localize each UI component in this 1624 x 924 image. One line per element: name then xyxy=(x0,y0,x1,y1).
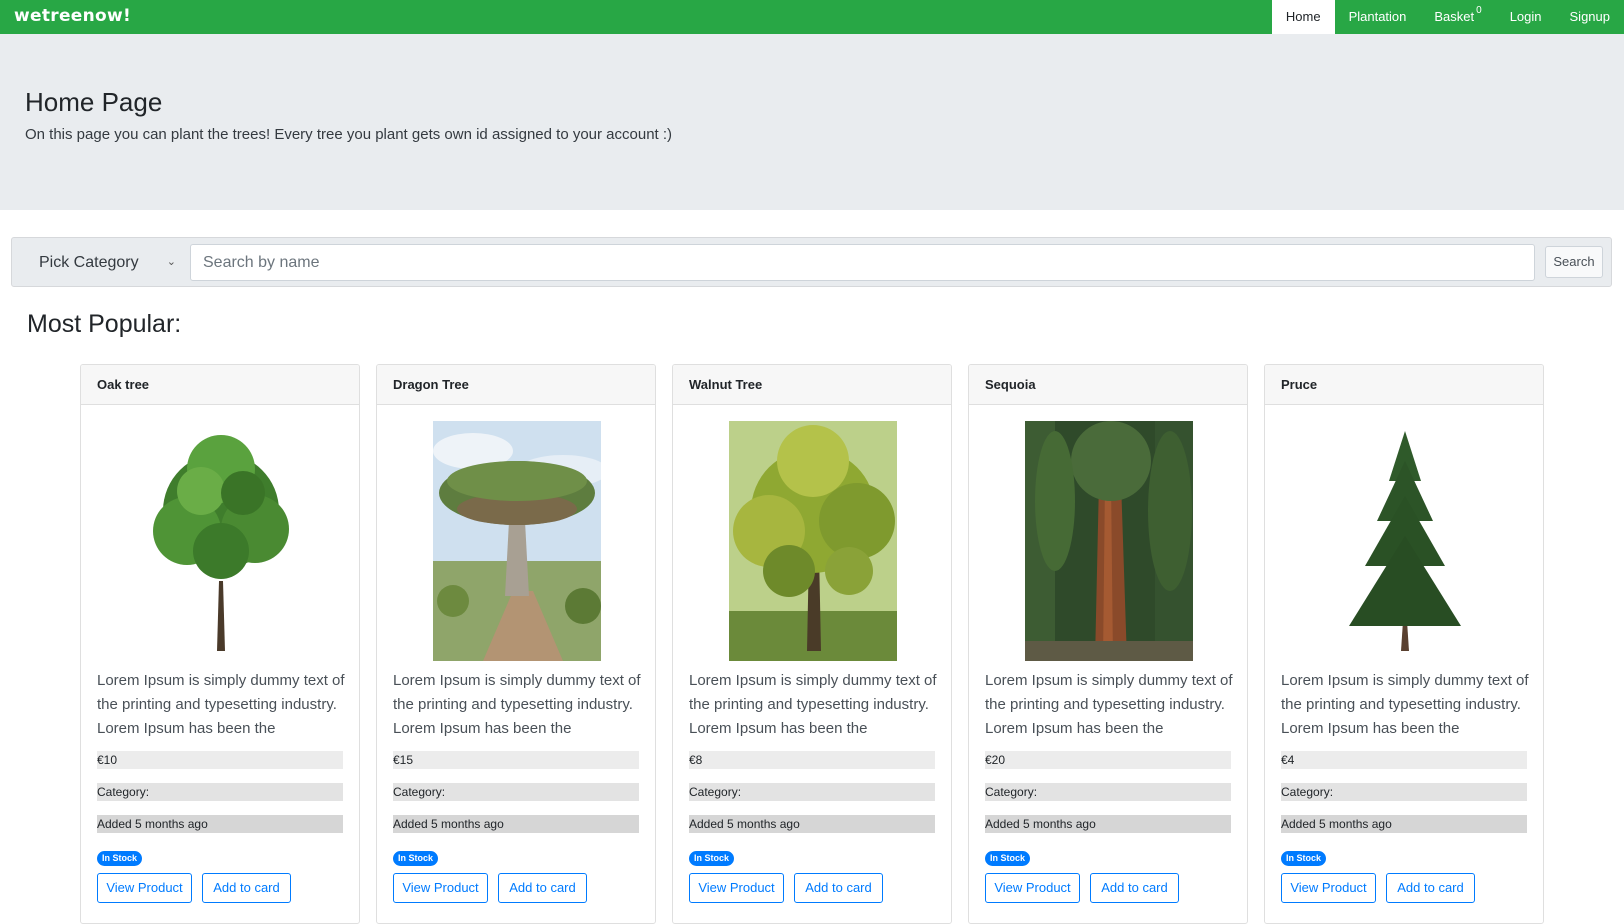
search-bar: Pick Category ⌄ Search xyxy=(11,237,1612,287)
top-navbar: wetreenow! Home Plantation Basket 0 Login… xyxy=(0,0,1624,34)
view-product-button[interactable]: View Product xyxy=(985,873,1080,903)
nav-menu: Home Plantation Basket 0 Login Signup xyxy=(1271,0,1624,34)
brand-logo[interactable]: wetreenow! xyxy=(14,6,131,26)
page-header: Home Page On this page you can plant the… xyxy=(0,34,1624,210)
product-category: Category: xyxy=(985,783,1231,801)
product-description: Lorem Ipsum is simply dummy text of the … xyxy=(1281,672,1529,737)
product-name: Sequoia xyxy=(969,365,1247,405)
product-card: Sequoia Lorem Ipsum is simply dummy text… xyxy=(968,364,1248,924)
view-product-button[interactable]: View Product xyxy=(393,873,488,903)
product-price: €8 xyxy=(689,751,935,769)
product-card: Walnut Tree Lorem Ipsum is simply dummy … xyxy=(672,364,952,924)
add-to-cart-button[interactable]: Add to card xyxy=(794,873,883,903)
product-card: Pruce Lorem Ipsum is simply dummy text o… xyxy=(1264,364,1544,924)
category-select-label: Pick Category xyxy=(39,254,139,271)
stock-badge: In Stock xyxy=(393,851,439,866)
product-name: Pruce xyxy=(1265,365,1543,405)
view-product-button[interactable]: View Product xyxy=(1281,873,1376,903)
sequoia-image xyxy=(1025,421,1193,661)
product-category: Category: xyxy=(689,783,935,801)
page-title: Home Page xyxy=(25,87,163,117)
product-price: €10 xyxy=(97,751,343,769)
product-added-date: Added 5 months ago xyxy=(985,815,1231,833)
stock-badge: In Stock xyxy=(1281,851,1327,866)
search-input[interactable] xyxy=(190,244,1535,281)
stock-badge: In Stock xyxy=(689,851,735,866)
spruce-image xyxy=(1321,421,1489,661)
nav-basket[interactable]: Basket 0 xyxy=(1420,0,1495,34)
basket-count-badge: 0 xyxy=(1476,5,1482,16)
product-category: Category: xyxy=(393,783,639,801)
product-added-date: Added 5 months ago xyxy=(689,815,935,833)
product-description: Lorem Ipsum is simply dummy text of the … xyxy=(985,672,1233,737)
add-to-cart-button[interactable]: Add to card xyxy=(202,873,291,903)
product-name: Dragon Tree xyxy=(377,365,655,405)
product-card: Oak tree Lorem Ipsum is simply dummy tex… xyxy=(80,364,360,924)
product-added-date: Added 5 months ago xyxy=(393,815,639,833)
product-price: €15 xyxy=(393,751,639,769)
product-category: Category: xyxy=(97,783,343,801)
nav-login[interactable]: Login xyxy=(1496,0,1556,34)
dragon-tree-image xyxy=(433,421,601,661)
stock-badge: In Stock xyxy=(985,851,1031,866)
add-to-cart-button[interactable]: Add to card xyxy=(1386,873,1475,903)
view-product-button[interactable]: View Product xyxy=(97,873,192,903)
view-product-button[interactable]: View Product xyxy=(689,873,784,903)
page-subtitle: On this page you can plant the trees! Ev… xyxy=(25,126,673,143)
product-description: Lorem Ipsum is simply dummy text of the … xyxy=(689,672,937,737)
section-title: Most Popular: xyxy=(27,310,182,338)
product-name: Walnut Tree xyxy=(673,365,951,405)
product-description: Lorem Ipsum is simply dummy text of the … xyxy=(97,672,345,737)
category-select[interactable]: Pick Category ⌄ xyxy=(24,244,184,281)
nav-plantation-label: Plantation xyxy=(1348,9,1407,24)
nav-basket-label: Basket xyxy=(1434,9,1475,24)
nav-home[interactable]: Home xyxy=(1271,0,1335,34)
product-card: Dragon Tree Lorem Ipsum is simply dummy … xyxy=(376,364,656,924)
product-name: Oak tree xyxy=(81,365,359,405)
walnut-tree-image xyxy=(729,421,897,661)
nav-signup-label: Signup xyxy=(1569,9,1610,24)
oak-tree-image xyxy=(137,421,305,661)
product-price: €4 xyxy=(1281,751,1527,769)
product-price: €20 xyxy=(985,751,1231,769)
search-button[interactable]: Search xyxy=(1545,246,1603,278)
product-added-date: Added 5 months ago xyxy=(97,815,343,833)
nav-signup[interactable]: Signup xyxy=(1556,0,1624,34)
nav-plantation[interactable]: Plantation xyxy=(1335,0,1421,34)
add-to-cart-button[interactable]: Add to card xyxy=(498,873,587,903)
product-description: Lorem Ipsum is simply dummy text of the … xyxy=(393,672,641,737)
product-added-date: Added 5 months ago xyxy=(1281,815,1527,833)
nav-login-label: Login xyxy=(1509,9,1542,24)
stock-badge: In Stock xyxy=(97,851,143,866)
chevron-down-icon: ⌄ xyxy=(166,256,176,268)
product-category: Category: xyxy=(1281,783,1527,801)
add-to-cart-button[interactable]: Add to card xyxy=(1090,873,1179,903)
nav-home-label: Home xyxy=(1285,9,1321,24)
